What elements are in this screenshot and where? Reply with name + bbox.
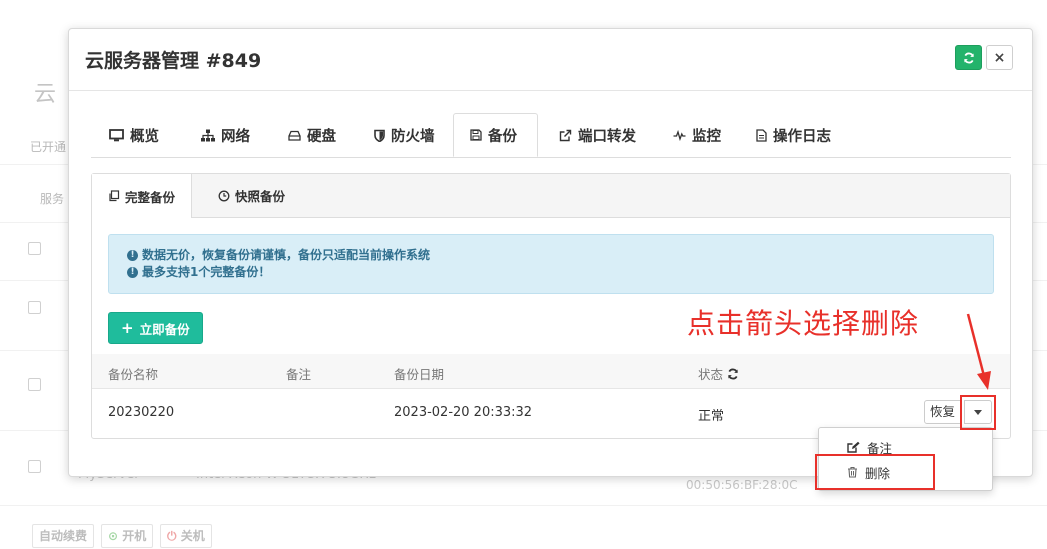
caret-down-icon bbox=[974, 409, 982, 415]
dropdown-item-note[interactable]: 备注 bbox=[819, 435, 992, 459]
power-off-icon: ⏻ bbox=[167, 529, 177, 543]
plus-icon: + bbox=[121, 318, 134, 337]
annotation-arrow bbox=[966, 313, 991, 390]
col-backup-name: 备份名称 bbox=[108, 367, 159, 382]
shield-icon bbox=[374, 129, 385, 142]
monitor-icon bbox=[109, 128, 124, 141]
bg-auto-renew-button[interactable]: 自动续费 bbox=[32, 524, 95, 548]
tab-operation-log[interactable]: 操作日志 bbox=[756, 113, 831, 157]
annotation-text: 点击箭头选择删除 bbox=[687, 307, 920, 340]
backup-date: 2023-02-20 20:33:32 bbox=[394, 405, 533, 420]
cloud-server-modal: 云服务器管理 #849 × 概览 网络 硬盘 防火墙 备份 端口转发 监控 操作… bbox=[68, 28, 1033, 477]
col-backup-date: 备份日期 bbox=[394, 367, 445, 382]
backup-table-header: 备份名称 备注 备份日期 状态 bbox=[92, 354, 1010, 389]
main-tab-bar: 概览 网络 硬盘 防火墙 备份 端口转发 监控 操作日志 bbox=[91, 113, 1011, 158]
tab-backup[interactable]: 备份 bbox=[453, 113, 538, 157]
edit-icon bbox=[847, 441, 860, 453]
clock-icon bbox=[218, 190, 230, 201]
col-note: 备注 bbox=[286, 367, 312, 382]
external-link-icon bbox=[559, 129, 572, 141]
bg-checkbox[interactable] bbox=[28, 460, 41, 473]
bg-power-on-button[interactable]: ⊙ 开机 bbox=[101, 524, 154, 548]
bg-table-header: 服务 bbox=[40, 192, 65, 206]
bg-page-title: 云 bbox=[34, 82, 57, 107]
backup-now-button[interactable]: + 立即备份 bbox=[108, 312, 203, 344]
more-actions-dropdown-toggle[interactable] bbox=[964, 400, 992, 424]
tab-full-backup[interactable]: 完整备份 bbox=[92, 174, 193, 218]
tab-snapshot-backup[interactable]: 快照备份 bbox=[218, 174, 285, 217]
floppy-icon bbox=[470, 129, 482, 141]
refresh-status-icon[interactable] bbox=[727, 368, 739, 380]
bg-checkbox[interactable] bbox=[28, 378, 41, 391]
bg-mac-address: 00:50:56:BF:28:0C bbox=[686, 478, 798, 492]
file-text-icon bbox=[756, 128, 767, 142]
sub-tab-bar: 完整备份 快照备份 bbox=[92, 174, 1010, 218]
refresh-button[interactable] bbox=[955, 45, 982, 70]
backup-name: 20230220 bbox=[108, 405, 175, 420]
close-button[interactable]: × bbox=[986, 45, 1013, 70]
actions-dropdown-menu: 备注 删除 bbox=[818, 427, 993, 491]
restore-button[interactable]: 恢复 bbox=[924, 400, 962, 424]
hdd-icon bbox=[288, 130, 301, 141]
tab-firewall[interactable]: 防火墙 bbox=[374, 113, 435, 157]
tab-disk[interactable]: 硬盘 bbox=[288, 113, 336, 157]
info-icon: ! bbox=[127, 267, 138, 278]
dropdown-item-delete[interactable]: 删除 bbox=[819, 460, 992, 484]
heartbeat-icon bbox=[673, 129, 686, 141]
tab-overview[interactable]: 概览 bbox=[109, 113, 159, 157]
backup-status: 正常 bbox=[698, 409, 725, 424]
trash-icon bbox=[848, 466, 857, 478]
refresh-icon bbox=[963, 52, 974, 63]
sitemap-icon bbox=[201, 129, 215, 141]
bg-page-subtitle: 已开通 bbox=[30, 140, 67, 154]
backup-warning-alert: ! 数据无价，恢复备份请谨慎，备份只适配当前操作系统 ! 最多支持1个完整备份！ bbox=[108, 234, 994, 294]
tab-monitor[interactable]: 监控 bbox=[673, 113, 721, 157]
close-icon: × bbox=[993, 49, 1006, 66]
tab-port-forward[interactable]: 端口转发 bbox=[559, 113, 636, 157]
modal-title: 云服务器管理 #849 bbox=[85, 50, 262, 72]
col-status: 状态 bbox=[698, 364, 739, 383]
bg-checkbox[interactable] bbox=[28, 242, 41, 255]
tab-network[interactable]: 网络 bbox=[201, 113, 250, 157]
info-icon: ! bbox=[127, 250, 138, 261]
bg-power-off-button[interactable]: ⏻ 关机 bbox=[160, 524, 212, 548]
copy-icon bbox=[109, 190, 120, 202]
bg-checkbox[interactable] bbox=[28, 301, 41, 314]
modal-header: 云服务器管理 #849 × bbox=[69, 29, 1032, 91]
power-on-icon: ⊙ bbox=[108, 529, 119, 543]
